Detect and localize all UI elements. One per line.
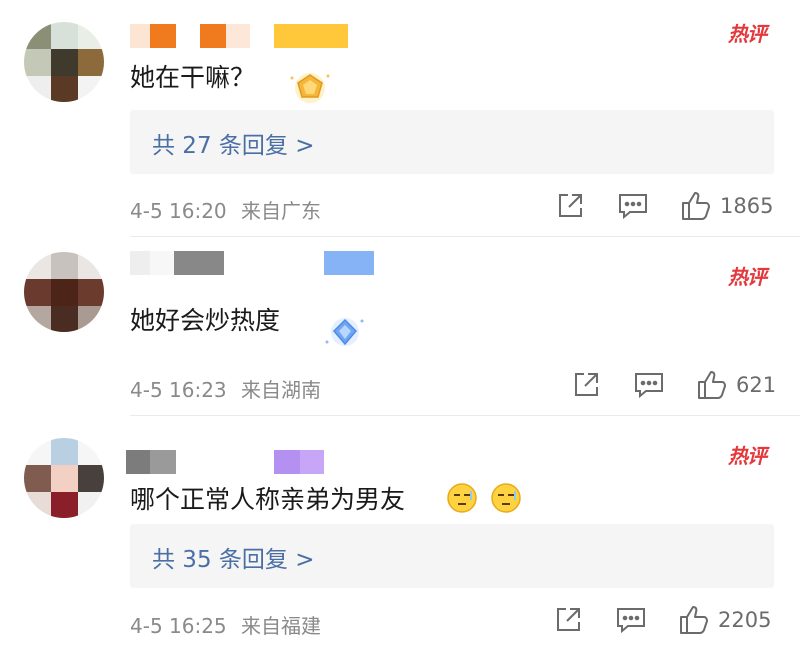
like-icon[interactable] — [680, 190, 712, 222]
comment-icon[interactable] — [618, 192, 648, 220]
username-blurred[interactable] — [126, 450, 324, 474]
location: 来自广东 — [241, 199, 322, 223]
replies-label[interactable]: 共 27 条回复 > — [152, 126, 314, 160]
view-replies-button[interactable]: 共 27 条回复 > — [130, 110, 774, 174]
avatar[interactable] — [24, 252, 104, 332]
avatar[interactable] — [24, 22, 104, 102]
comment-text: 哪个正常人称亲弟为男友 — [130, 485, 406, 514]
like-icon[interactable] — [696, 369, 728, 401]
comment-item: 热评 哪个正常人称亲弟为男友 共 35 条回复 > 4-5 16:25 来自福建 — [0, 416, 800, 654]
hot-comment-badge: 热评 — [728, 265, 767, 289]
avatar[interactable] — [24, 438, 104, 518]
timestamp: 4-5 16:25 — [130, 614, 227, 638]
comment-meta: 4-5 16:23 来自湖南 — [130, 374, 321, 403]
replies-label[interactable]: 共 35 条回复 > — [152, 540, 314, 574]
username-blurred[interactable] — [130, 251, 374, 275]
comment-item: 热评 她好会炒热度 4-5 16:23 来自湖南 621 — [0, 237, 800, 416]
share-icon[interactable] — [556, 192, 584, 220]
comment-icon[interactable] — [634, 371, 664, 399]
timestamp: 4-5 16:23 — [130, 378, 227, 402]
timestamp: 4-5 16:20 — [130, 199, 227, 223]
comment-icon[interactable] — [616, 606, 646, 634]
comment-meta: 4-5 16:20 来自广东 — [130, 195, 321, 224]
comment-text: 她好会炒热度 — [130, 306, 281, 335]
location: 来自湖南 — [241, 378, 322, 402]
view-replies-button[interactable]: 共 35 条回复 > — [130, 524, 774, 588]
like-count: 1865 — [720, 194, 774, 218]
hot-comment-badge: 热评 — [728, 22, 767, 46]
badge-icon — [322, 315, 368, 349]
comment-text: 她在干嘛？ — [130, 63, 256, 92]
like-count: 2205 — [718, 608, 772, 632]
share-icon[interactable] — [554, 606, 582, 634]
emoji-icon — [446, 482, 478, 514]
hot-comment-badge: 热评 — [728, 444, 767, 468]
emoji-icon — [490, 482, 522, 514]
badge-icon — [286, 68, 334, 104]
share-icon[interactable] — [572, 371, 600, 399]
location: 来自福建 — [241, 614, 322, 638]
comment-meta: 4-5 16:25 来自福建 — [130, 610, 321, 639]
like-count: 621 — [736, 373, 777, 397]
comment-item: 热评 她在干嘛？ 共 27 条回复 > 4-5 16:20 来自广东 1865 — [0, 0, 800, 237]
like-icon[interactable] — [678, 604, 710, 636]
username-blurred[interactable] — [130, 24, 348, 48]
